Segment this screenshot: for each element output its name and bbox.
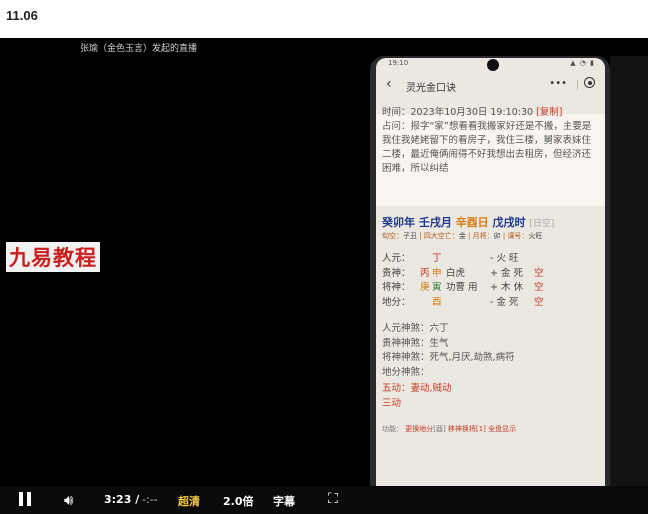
grid-stem: 庚 [420, 282, 430, 293]
grid-god: 白虎 [446, 267, 466, 279]
shensha-value: 死气,月厌,劫煞,病符 [429, 352, 515, 363]
grid-branch: 申 [432, 267, 442, 279]
pillars-row: 癸卯年 壬戌月 辛酉日 戊戌时 [日空] [382, 214, 554, 230]
grid-stem: 丁 [432, 253, 442, 264]
grid-row-difen: 地分： 酉 - 金 死 空 [382, 296, 582, 311]
shensha-label: 地分神煞： [382, 366, 430, 378]
player-controls: 🔊︎ 3:23 / -:-- 超清 2.0倍 字幕 ⛶ [0, 486, 648, 514]
copy-link[interactable]: [复制] [536, 107, 562, 118]
grid-stem: 丙 [420, 267, 430, 279]
pillar-day: 辛酉日 [455, 216, 489, 229]
target-icon[interactable] [584, 77, 595, 88]
time-current: 3:23 / [104, 493, 140, 506]
pillar-year: 癸卯年 [382, 216, 415, 229]
function-label: 功能： [382, 425, 403, 433]
function-bar: 功能： 更换地分[酉] 移神换将[1] 全盘显示 [382, 424, 516, 434]
four-position-grid: 人元： 丁 - 火 旺 贵神： 丙 申 白虎 + 金 死 空 将神： 庚 寅 功… [382, 252, 582, 310]
grid-kong: 空 [534, 267, 544, 279]
sub-info-label: 月将： [472, 232, 494, 240]
pause-icon[interactable] [18, 492, 32, 506]
time-value: 2023年10月30日 19:10:30 [410, 107, 534, 118]
app-title: 灵光金口诀 [406, 83, 456, 94]
motion-label: 三动 [382, 397, 402, 409]
status-icons: ▲ ◔ ▮ [570, 59, 595, 67]
time-total: -:-- [142, 493, 158, 506]
sub-info-value: 子丑 [403, 232, 417, 240]
move-general-link[interactable]: 移神换将[1] [448, 425, 486, 433]
camera-notch [487, 59, 499, 71]
grid-row-label: 人元： [382, 253, 411, 264]
sub-info-value: 火旺 [528, 232, 543, 240]
time-label: 时间： [382, 107, 411, 118]
sub-info-label: 四大空亡： [423, 232, 459, 240]
phone-screen: 19:10 ▲ ◔ ▮ ‹ 灵光金口诀 ••• 时间：2023年10月30日 1… [376, 58, 605, 504]
grid-kong: 空 [534, 282, 544, 293]
shensha-label: 人元神煞： [382, 323, 430, 334]
more-icon[interactable]: ••• [549, 78, 567, 89]
question-text: 报字“家”想看看我搬家好还是不搬，主要是我住我姥姥留下的看房子，我住三楼，舅家表… [382, 121, 592, 174]
grid-tail: - 火 旺 [490, 253, 519, 264]
fullscreen-icon[interactable]: ⛶ [328, 491, 338, 507]
video-side-strip [610, 56, 648, 496]
page-date: 11.06 [6, 8, 38, 23]
grid-stem: 酉 [432, 296, 442, 308]
pillar-note: [日空] [529, 219, 555, 229]
quality-button[interactable]: 超清 [178, 493, 200, 509]
grid-branch: 寅 [432, 282, 442, 293]
grid-row-label: 地分： [382, 296, 411, 308]
sub-info-label: 旬空： [382, 232, 403, 240]
speed-button[interactable]: 2.0倍 [223, 493, 254, 509]
chevron-left-icon[interactable]: ‹ [386, 76, 392, 92]
grid-row-label: 将神： [382, 282, 411, 293]
sub-info-row: 旬空：子丑 | 四大空亡：金 | 月将：卯 | 课号：火旺 [382, 232, 543, 240]
shensha-value: 六丁 [429, 323, 449, 334]
shensha-label: 将神神煞： [382, 352, 430, 363]
pillar-month: 壬戌月 [418, 216, 452, 229]
grid-god: 功曹 用 [446, 282, 478, 293]
grid-kong: 空 [534, 296, 544, 308]
grid-row-jiangshen: 将神： 庚 寅 功曹 用 + 木 休 空 [382, 281, 582, 296]
shensha-label: 贵神神煞： [382, 337, 430, 349]
grid-row-label: 贵神： [382, 267, 411, 279]
grid-tail: - 金 死 [490, 296, 519, 308]
grid-row-renyuan: 人元： 丁 - 火 旺 [382, 252, 582, 267]
ground-value: [酉] [433, 425, 446, 433]
motion-label: 五动： [382, 383, 411, 394]
subtitle-button[interactable]: 字幕 [273, 493, 295, 509]
grid-row-guishen: 贵神： 丙 申 白虎 + 金 死 空 [382, 267, 582, 282]
grid-tail: + 金 死 [490, 267, 523, 279]
motion-list: 五动：妻动,贼动 三动 [382, 382, 452, 411]
motion-value: 妻动,贼动 [410, 383, 452, 394]
live-title: 张瑜（金色玉言）发起的直播 [80, 44, 198, 54]
show-all-link[interactable]: 全盘显示 [488, 425, 516, 433]
grid-tail: + 木 休 [490, 282, 523, 293]
app-navbar: ‹ 灵光金口诀 ••• [376, 74, 605, 98]
sub-info-label: 课号： [507, 232, 529, 240]
video-player[interactable]: 张瑜（金色玉言）发起的直播 九易教程 19:10 ▲ ◔ ▮ ‹ 灵光金口诀 •… [0, 38, 648, 514]
volume-icon[interactable]: 🔊︎ [64, 491, 73, 509]
shensha-list: 人元神煞：六丁 贵神神煞：生气 将神神煞：死气,月厌,劫煞,病符 地分神煞： [382, 322, 515, 380]
navbar-divider [577, 80, 578, 90]
brand-watermark: 九易教程 [6, 242, 100, 272]
change-ground-link[interactable]: 更换地分 [405, 425, 433, 433]
status-time: 19:10 [388, 59, 409, 67]
sub-info-value: 卯 [493, 232, 501, 240]
question-label: 占问： [382, 121, 411, 132]
pillar-hour: 戊戌时 [492, 216, 526, 229]
question-panel: 时间：2023年10月30日 19:10:30 [复制] 占问：报字“家”想看看… [382, 106, 599, 176]
sub-info-value: 金 [458, 232, 466, 240]
shensha-value: 生气 [429, 337, 449, 349]
